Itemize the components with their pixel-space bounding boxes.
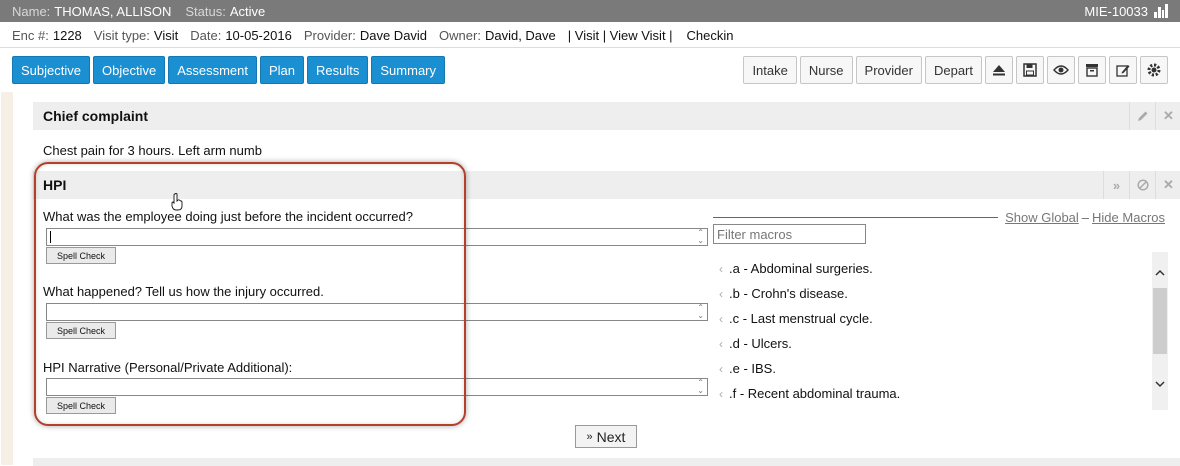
visit-links[interactable]: | Visit | View Visit | [568,28,673,43]
save-icon[interactable] [1016,56,1044,84]
macro-scrollbar[interactable] [1152,252,1168,410]
divider [713,216,999,218]
spell-check-button[interactable]: Spell Check [46,322,116,339]
provider-label: Provider: [303,28,356,43]
checkin-link[interactable]: Checkin [687,28,734,43]
chief-complaint-text: Chest pain for 3 hours. Left arm numb [43,143,262,158]
chevron-left-icon: ‹ [719,311,723,326]
next-label: Next [596,428,626,445]
owner-name: David, Dave [484,28,556,43]
provider-button[interactable]: Provider [855,56,922,84]
chevron-down-icon[interactable] [1152,376,1168,392]
patient-status: Active [229,3,266,19]
hpi-actions: » ✕ [1103,171,1180,199]
spell-check-button[interactable]: Spell Check [46,247,116,264]
tab-subjective[interactable]: Subjective [12,56,90,84]
close-icon[interactable]: ✕ [1155,102,1180,130]
owner-label: Owner: [439,28,481,43]
macro-item-label: .d - Ulcers. [729,336,792,351]
hand-cursor-icon [171,193,183,211]
text-caret [50,231,51,243]
eject-icon[interactable] [985,56,1013,84]
tab-results[interactable]: Results [307,56,369,84]
double-chevron-down-icon: » [586,430,593,443]
status-label: Status: [185,3,226,19]
patient-bar: Name: THOMAS, ALLISON Status: Active MIE… [0,0,1180,22]
chevron-left-icon: ‹ [719,286,723,301]
visit-type: Visit [153,28,179,43]
tab-assessment[interactable]: Assessment [168,56,257,84]
toolbar: Subjective Objective Assessment Plan Res… [0,50,1180,90]
content-area: Chief complaint ✕ Chest pain for 3 hours… [1,92,1180,466]
chevron-left-icon: ‹ [719,386,723,401]
macro-item-label: .e - IBS. [729,361,776,376]
hpi-question-3: HPI Narrative (Personal/Private Addition… [43,360,293,375]
visit-type-label: Visit type: [93,28,150,43]
macro-item[interactable]: ‹ .e - IBS. [719,361,776,376]
filter-macros-input[interactable]: Filter macros [713,224,866,244]
macro-item[interactable]: ‹ .d - Ulcers. [719,336,792,351]
tab-summary[interactable]: Summary [371,56,446,84]
enc-label: Enc #: [12,28,49,43]
intake-button[interactable]: Intake [743,56,797,84]
chevron-left-icon: ‹ [719,336,723,351]
date-label: Date: [190,28,222,43]
mrn-group: MIE-10033 [1084,4,1168,19]
macro-item[interactable]: ‹ .f - Recent abdominal trauma. [719,386,900,401]
gear-icon[interactable] [1140,56,1168,84]
macros-header: Show Global – Hide Macros [713,209,1168,225]
scrollbar-thumb[interactable] [1153,288,1167,354]
macro-item[interactable]: ‹ .a - Abdominal surgeries. [719,261,873,276]
bar-chart-icon[interactable] [1154,4,1168,18]
macro-item-label: .f - Recent abdominal trauma. [729,386,901,401]
collapse-icon[interactable]: » [1103,171,1129,199]
macro-item[interactable]: ‹ .c - Last menstrual cycle. [719,311,873,326]
hide-macros-link[interactable]: Hide Macros [1092,210,1165,225]
hpi-question-2: What happened? Tell us how the injury oc… [43,284,324,299]
chevron-left-icon: ‹ [719,361,723,376]
ban-icon[interactable] [1129,171,1155,199]
tab-plan[interactable]: Plan [260,56,305,84]
macro-item-label: .a - Abdominal surgeries. [729,261,873,276]
next-button[interactable]: » Next [575,425,637,448]
patient-name: THOMAS, ALLISON [54,3,172,19]
patient-mrn: MIE-10033 [1084,3,1148,19]
spinner-icon[interactable]: ⌃ ⌄ [697,229,704,245]
spinner-icon[interactable]: ⌃ ⌄ [697,379,704,395]
provider-name: Dave David [359,28,428,43]
hpi-answer-2-input[interactable]: ⌃ ⌄ [46,303,708,321]
hpi-question-1: What was the employee doing just before … [43,209,413,224]
chief-complaint-title: Chief complaint [43,108,149,124]
macro-list: ‹ .a - Abdominal surgeries. ‹ .b - Crohn's… [713,252,1168,410]
separator: – [1081,209,1090,225]
macro-item-label: .c - Last menstrual cycle. [729,311,873,326]
hpi-answer-3-input[interactable]: ⌃ ⌄ [46,378,708,396]
pencil-icon[interactable] [1129,102,1155,130]
archive-icon[interactable] [1078,56,1106,84]
right-tools: Intake Nurse Provider Depart [743,56,1168,84]
chevron-up-icon[interactable] [1152,264,1168,280]
close-icon[interactable]: ✕ [1155,171,1180,199]
eye-icon[interactable] [1047,56,1075,84]
encounter-date: 10-05-2016 [225,28,292,43]
enc-number: 1228 [52,28,82,43]
nurse-button[interactable]: Nurse [799,56,853,84]
chevron-left-icon: ‹ [719,261,723,276]
depart-button[interactable]: Depart [924,56,982,84]
spinner-icon[interactable]: ⌃ ⌄ [697,304,704,320]
name-label: Name: [12,3,51,19]
chief-complaint-actions: ✕ [1129,102,1180,130]
macro-item-label: .b - Crohn's disease. [729,286,848,301]
edit-icon[interactable] [1109,56,1137,84]
hpi-header: HPI » ✕ [33,171,1180,199]
hpi-answer-1-input[interactable]: ⌃ ⌄ [46,228,708,246]
encounter-bar: Enc #: 1228 Visit type: Visit Date: 10-0… [0,24,1180,48]
hpi-title: HPI [43,177,67,193]
tab-objective[interactable]: Objective [92,56,166,84]
show-global-link[interactable]: Show Global [1005,210,1079,225]
macro-item[interactable]: ‹ .b - Crohn's disease. [719,286,848,301]
spell-check-button[interactable]: Spell Check [46,397,116,414]
chief-complaint-header: Chief complaint ✕ [33,102,1180,130]
